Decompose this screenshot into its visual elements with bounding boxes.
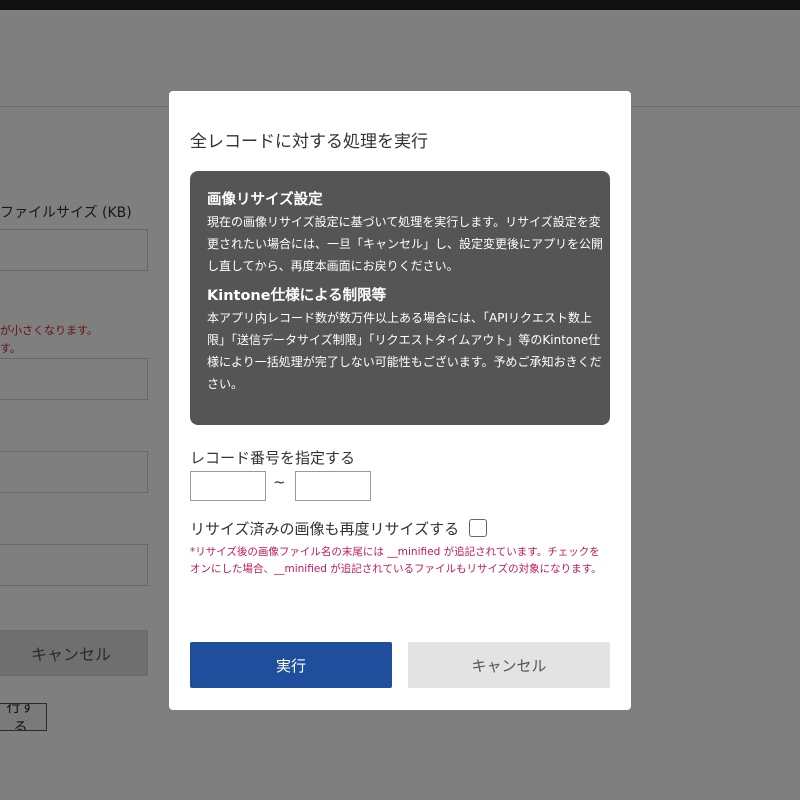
info-heading-resize-settings: 画像リサイズ設定 [207,192,323,208]
cancel-button[interactable]: キャンセル [408,642,610,688]
dialog-title: 全レコードに対する処理を実行 [190,132,428,152]
resize-again-note: *リサイズ後の画像ファイル名の末尾には __minified が追記されています… [190,546,602,575]
record-range-label: レコード番号を指定する [190,449,356,467]
info-text-resize-settings: 現在の画像リサイズ設定に基づいて処理を実行します。リサイズ設定を変更されたい場合… [207,215,604,273]
run-button[interactable]: 実行 [190,642,392,688]
resize-again-row: リサイズ済みの画像も再度リサイズする [190,517,488,539]
record-range-from-input[interactable] [190,471,266,501]
resize-again-label: リサイズ済みの画像も再度リサイズする [190,519,460,538]
run-all-records-dialog: 全レコードに対する処理を実行 画像リサイズ設定 現在の画像リサイズ設定に基づいて… [169,91,631,710]
resize-again-checkbox[interactable] [469,519,488,537]
info-box: 画像リサイズ設定 現在の画像リサイズ設定に基づいて処理を実行します。リサイズ設定… [190,171,610,425]
info-heading-kintone-limits: Kintone仕様による制限等 [207,288,387,304]
range-separator: ~ [273,473,286,491]
info-text-kintone-limits: 本アプリ内レコード数が数万件以上ある場合には、「APIリクエスト数上限」「送信デ… [207,311,602,391]
record-range-to-input[interactable] [295,471,371,501]
